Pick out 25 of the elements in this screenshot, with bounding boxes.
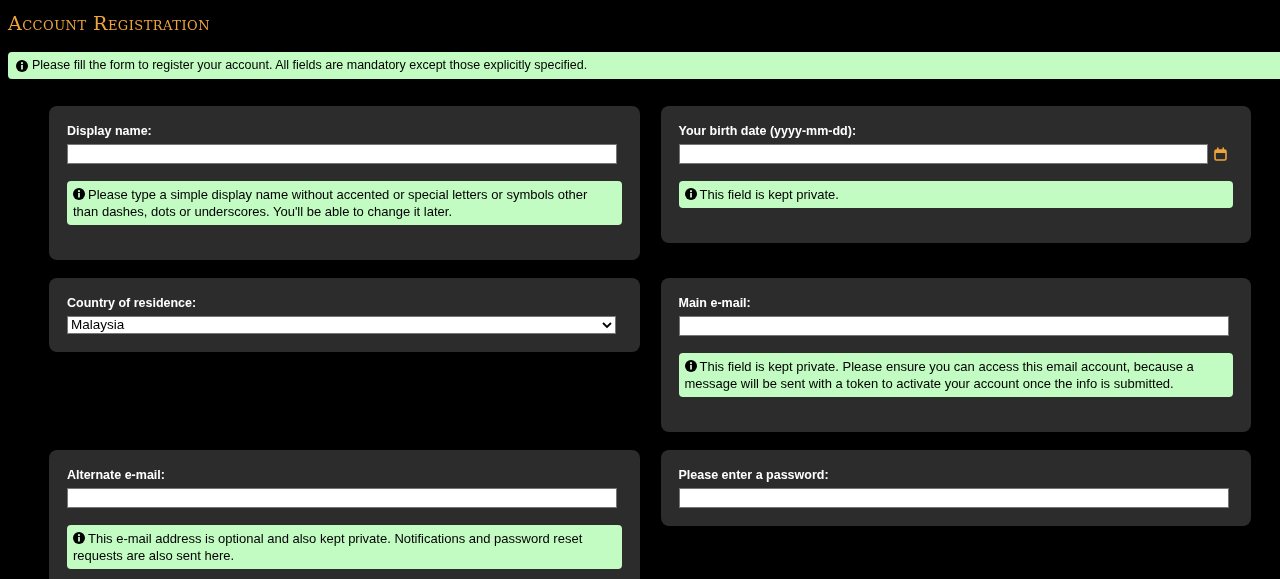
field-label: Display name: xyxy=(67,123,153,139)
info-note: This field is kept private. Please ensure you can access this email account, because a message will be sent with a token to activate your account once the info is submitted. xyxy=(678,353,1233,397)
field-label: Main e-mail: xyxy=(678,295,752,311)
field-label: Country of residence: xyxy=(67,295,198,311)
info-note: This e-mail address is optional and also kept private. Notifications and password reset requests are also sent here. xyxy=(67,525,622,569)
page-title: Account Registration xyxy=(8,14,210,33)
field-label: Alternate e-mail: xyxy=(67,467,166,483)
field-label: Please enter a password: xyxy=(678,467,830,483)
info-icon xyxy=(684,360,697,372)
country-dropdown[interactable]: Malaysia xyxy=(67,316,616,334)
info-icon xyxy=(73,188,85,200)
text-input[interactable] xyxy=(678,316,1229,336)
calendar-icon[interactable] xyxy=(1213,147,1227,161)
info-note: Please type a simple display name without accented or special letters or symbols other than dashes, dots or underscores. You'll be able to change it later. xyxy=(67,181,622,225)
chevron-down-icon xyxy=(602,321,612,329)
text-input[interactable] xyxy=(67,144,617,164)
date-input[interactable] xyxy=(678,144,1208,164)
field-label: Your birth date (yyyy-mm-dd): xyxy=(678,123,858,139)
info-icon xyxy=(684,188,697,200)
info-icon xyxy=(16,59,28,72)
text-input[interactable] xyxy=(67,488,617,508)
info-note: This field is kept private. xyxy=(678,181,1233,208)
password-input[interactable] xyxy=(678,488,1229,508)
info-icon xyxy=(73,532,85,544)
info-text: Please fill the form to register your account. All fields are mandatory except those explicitly specified. xyxy=(32,57,588,75)
